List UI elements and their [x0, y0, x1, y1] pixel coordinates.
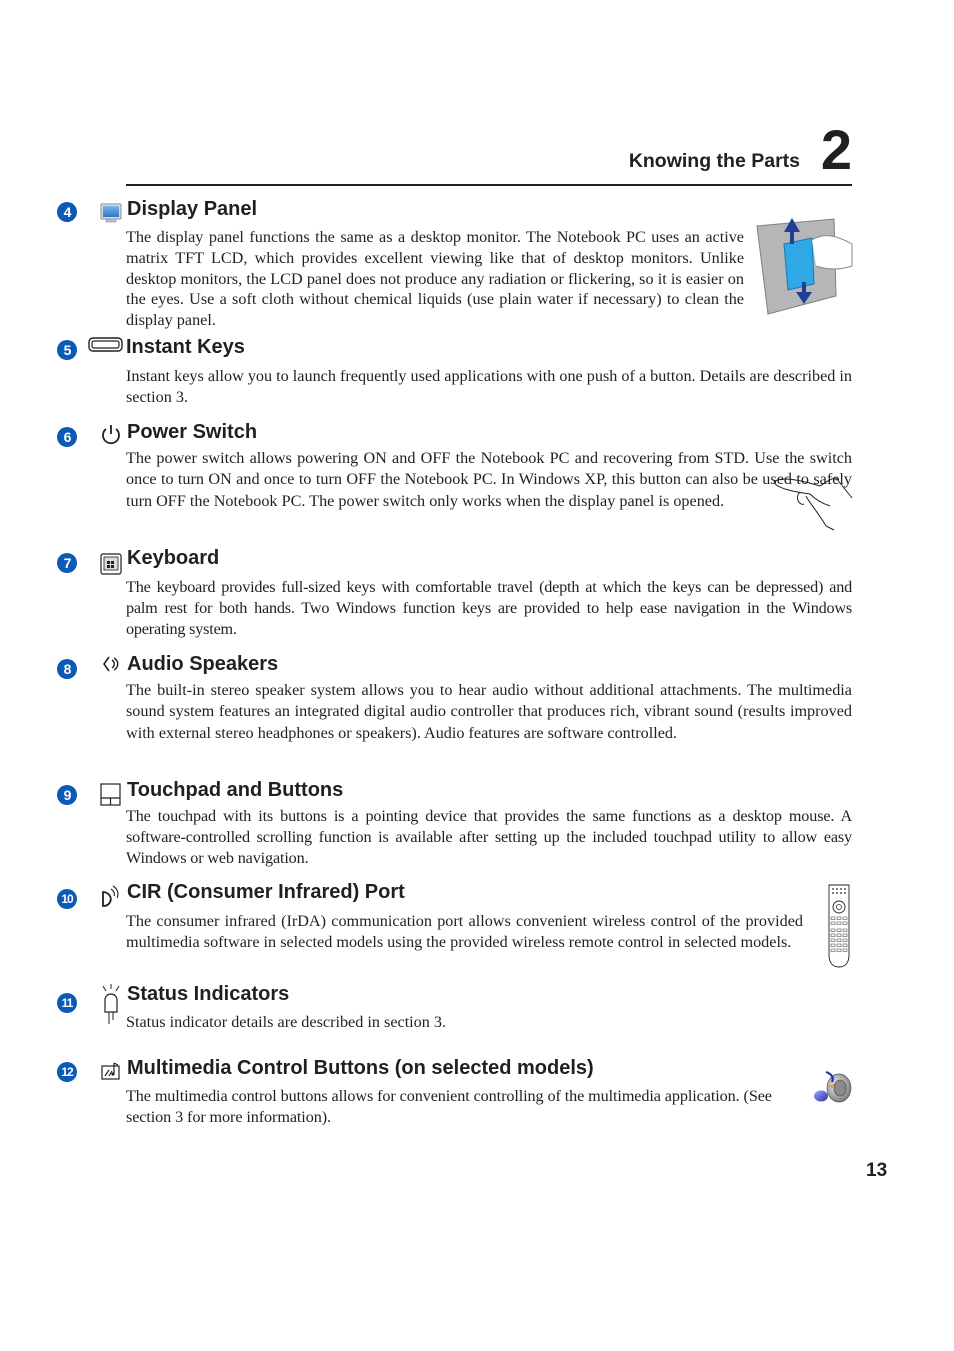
display-icon	[100, 202, 122, 224]
section-title: Status Indicators	[127, 983, 290, 1005]
item-number-badge: 9	[57, 785, 77, 805]
section-body: The consumer infrared (IrDA) communicati…	[126, 912, 803, 952]
header-rule	[126, 184, 852, 186]
section-title: Instant Keys	[126, 336, 245, 358]
chapter-header: Knowing the Parts 2	[126, 118, 852, 186]
section-title: CIR (Consumer Infrared) Port	[127, 881, 405, 903]
chapter-number: 2	[820, 118, 852, 181]
section-body: Status indicator details are described i…	[126, 1013, 447, 1031]
section-body: The display panel functions the same as …	[126, 228, 744, 330]
instant-key-icon	[88, 336, 124, 354]
section-title: Display Panel	[127, 198, 258, 220]
item-number-badge: 7	[57, 553, 77, 573]
speaker-icon	[100, 653, 122, 675]
item-number-badge: 8	[57, 659, 77, 679]
touchpad-icon	[100, 783, 122, 806]
finger-press-illustration	[770, 474, 854, 537]
section-body-text: The power switch allows powering ON and …	[126, 449, 852, 510]
music-speaker-illustration	[812, 1068, 852, 1111]
section-body: The touchpad with its buttons is a point…	[126, 807, 852, 867]
remote-control-illustration	[826, 883, 852, 974]
section-title: Multimedia Control Buttons (on selected …	[127, 1057, 594, 1079]
led-indicator-icon	[100, 984, 122, 1028]
keyboard-icon	[100, 553, 122, 575]
section-title: Audio Speakers	[127, 653, 279, 675]
section-body: The keyboard provides full-sized keys wi…	[126, 578, 852, 638]
item-number-badge: 4	[57, 202, 77, 222]
item-number-badge: 6	[57, 427, 77, 447]
section-body: The multimedia control buttons allows fo…	[126, 1087, 772, 1126]
section-title: Power Switch	[127, 421, 258, 443]
item-number-badge: 5	[57, 340, 77, 360]
infrared-icon	[100, 884, 122, 907]
chapter-title: Knowing the Parts	[628, 150, 800, 172]
manual-page: Knowing the Parts 2 4 Display Panel The …	[0, 0, 954, 1351]
page-number: 13	[866, 1160, 888, 1181]
section-body: The power switch allows powering ON and …	[126, 448, 852, 512]
section-body: Instant keys allow you to launch frequen…	[126, 367, 853, 406]
section-body: The built-in stereo speaker system allow…	[126, 681, 852, 742]
item-number-badge: 11	[57, 993, 77, 1013]
item-number-badge: 10	[57, 889, 77, 909]
section-title: Keyboard	[127, 547, 220, 569]
power-icon	[100, 423, 122, 445]
multimedia-buttons-icon	[100, 1060, 122, 1082]
section-title: Touchpad and Buttons	[127, 779, 344, 801]
cleaning-display-illustration	[754, 214, 854, 321]
item-number-badge: 12	[57, 1062, 77, 1082]
